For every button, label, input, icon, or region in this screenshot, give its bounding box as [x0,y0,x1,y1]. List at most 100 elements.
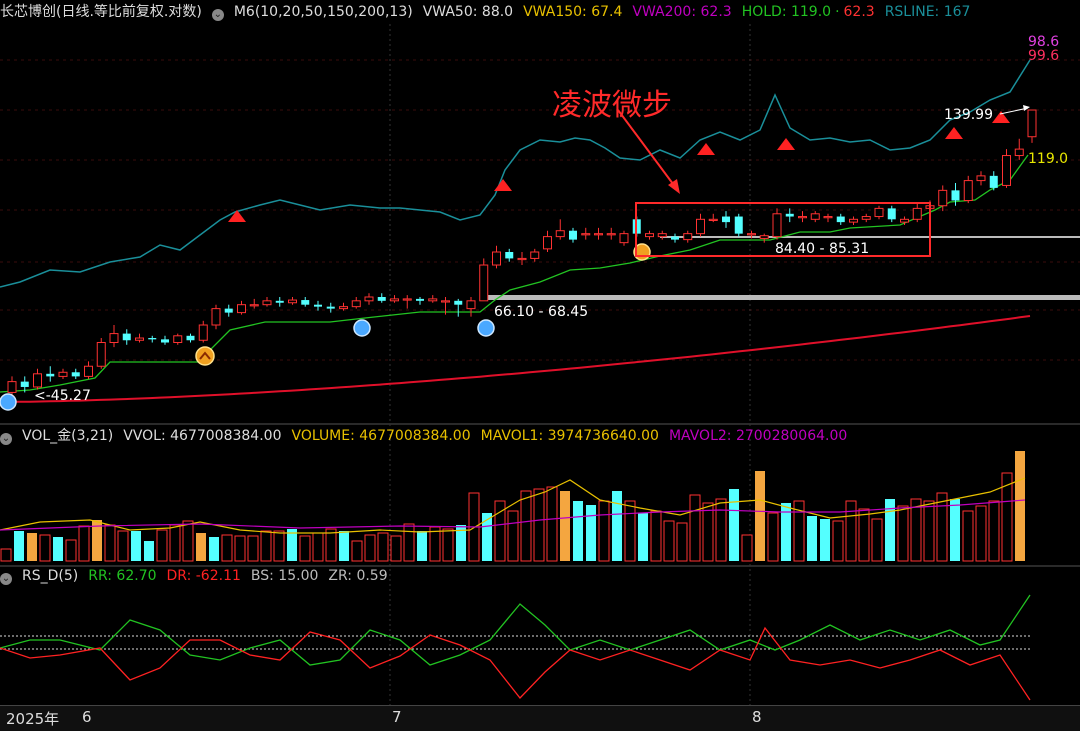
volume-bar [364,534,376,562]
hold-axis-label: 119.0 [1028,151,1069,167]
ma-red-series [0,315,1031,403]
candle-body [428,298,438,302]
candle-body [785,213,794,217]
volume-bar [65,539,77,562]
candle-body [84,365,93,377]
volume-bar [351,540,363,562]
candle-body [71,372,80,377]
volume-bar [390,535,402,562]
candle-body [161,339,169,343]
rr-series [0,594,1031,666]
candle-body [224,308,233,313]
volume-bar [234,535,246,562]
candle-body [262,300,272,306]
volume-bar [988,500,1000,562]
candle-body [836,216,845,223]
axis-month-6: 6 [82,708,92,726]
settings-circle-icon[interactable]: ⌄ [0,433,12,445]
candle-body [58,371,68,377]
volume-bar [131,531,141,561]
candle-body [7,381,17,393]
candle-body [186,335,195,341]
volume-bar [807,516,817,561]
volume-bar [858,508,870,562]
candle-body [671,236,679,240]
candle-body [759,235,769,239]
volume-bar [624,500,636,562]
candle-body [416,298,424,301]
candle-body [122,333,131,341]
candle-body [989,175,998,188]
volume-bar [299,535,311,562]
volume-bar [14,531,24,561]
candle-body [33,373,42,388]
vol-name[interactable]: VOL_金(3,21) [22,428,113,444]
axis-year: 2025年 [6,710,60,728]
volume-bar [689,494,701,562]
volume-bar [897,505,909,562]
volume-bar [117,530,129,562]
volume-bar [325,528,337,562]
signal-triangle [777,138,795,150]
rs-name[interactable]: RS_D(5) [22,568,78,584]
volume-bar [560,491,570,561]
mavol1-value: MAVOL1: 3974736640.00 [480,428,659,444]
volume-bar [871,518,883,562]
volume-bar [156,529,168,562]
candle-body [198,324,208,341]
time-axis: 2025年 6 7 8 [0,705,1080,731]
candle-body [722,216,730,223]
volume-header: ⌄ VOL_金(3,21) VVOL: 4677008384.00 VOLUME: 4… [0,424,1080,448]
price-chart[interactable] [0,0,1080,730]
volume-bar [533,488,545,562]
support-band-66 [482,295,1080,300]
candle-body [645,233,654,238]
volume-bar [546,486,558,562]
candle-body [657,233,667,238]
high-label: 139.99 [944,107,993,123]
candle-body [581,233,591,236]
volume-bar [182,520,194,562]
range-label-84: 84.40 - 85.31 [775,241,870,257]
volume-bar [377,532,389,562]
candle-body [734,216,743,234]
volume-bar [923,500,935,562]
candle-body [849,218,858,223]
bs-value: BS: 15.00 [250,568,319,584]
candle-body [96,342,106,367]
candle-body [530,251,540,259]
volume-bar [144,541,154,561]
volume-bar [936,492,948,562]
volume-bar [196,533,206,561]
low-label: <-45.27 [34,388,91,404]
rsline-series [0,59,1031,288]
candle-body [887,208,896,220]
volume-bar [247,535,259,562]
candle-body [135,337,144,341]
volume-bar [312,532,324,562]
candle-body [798,216,807,219]
candle-body [874,207,884,218]
volume-bar [638,513,648,561]
volume-bar [417,531,427,561]
hold-series [0,154,1029,393]
candle-body [1027,109,1037,138]
candle-body [249,304,259,307]
volume-bars [0,451,1025,562]
candle-body [976,175,986,182]
volume-bar [273,530,285,562]
range-label-66: 66.10 - 68.45 [494,304,589,320]
vvol-value: VVOL: 4677008384.00 [123,428,282,444]
candle-body [275,300,284,303]
candle-body [1002,155,1011,186]
candle-body [237,304,246,314]
settings-circle-icon[interactable]: ⌄ [0,573,12,585]
candle-body [148,338,157,340]
candle-body [326,306,335,309]
candle-body [173,335,183,344]
volume-bar [962,510,974,562]
volume-bar [975,505,987,562]
candle-body [963,180,973,202]
volume-bar [442,528,454,562]
volume-bar [507,510,519,562]
